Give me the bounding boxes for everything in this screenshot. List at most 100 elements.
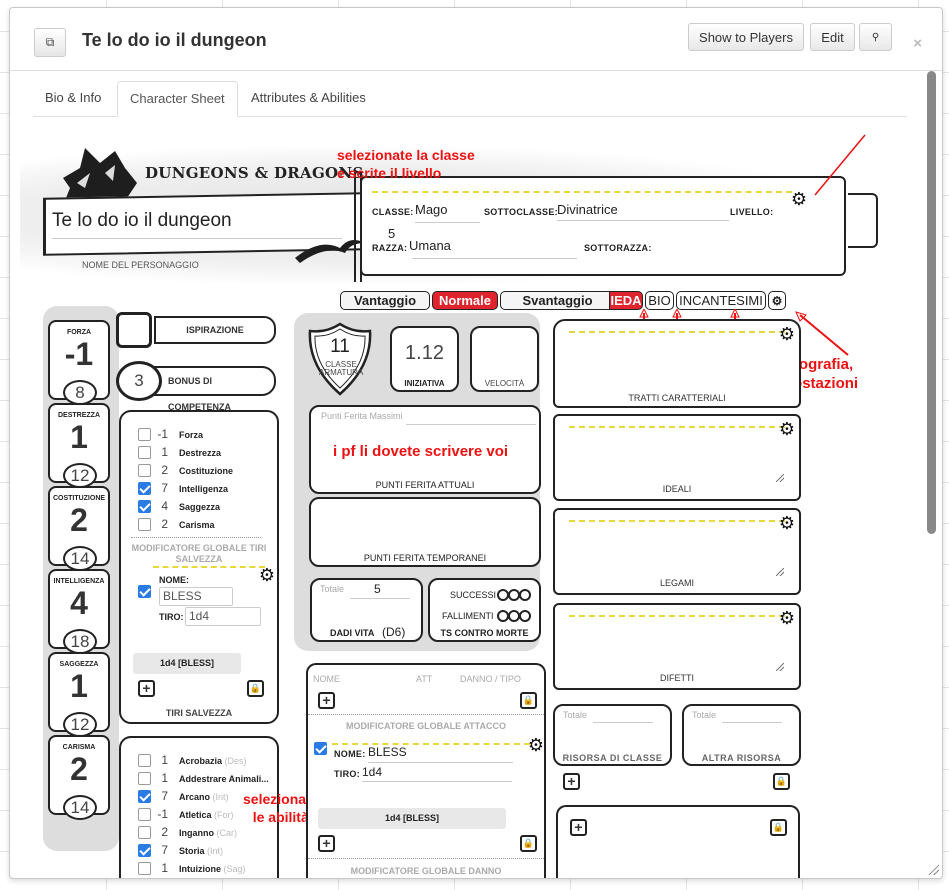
armor-class-value[interactable]: 11	[306, 336, 374, 358]
class-resource-box: Totale RISORSA DI CLASSE	[553, 704, 672, 766]
lock-icon[interactable]: 🔒	[520, 692, 537, 709]
save-checkbox[interactable]	[138, 518, 151, 531]
attack-nome-input[interactable]: BLESS	[368, 745, 407, 759]
proficiency-value[interactable]: 3	[116, 361, 162, 401]
trait-box[interactable]: ⚙ TRATTI CARATTERIALI	[553, 319, 801, 408]
skill-checkbox[interactable]	[138, 826, 151, 839]
ability-carisma[interactable]: CARISMA 2 14	[48, 735, 110, 820]
skill-label[interactable]: Inganno (Car)	[179, 828, 237, 838]
skill-checkbox[interactable]	[138, 754, 151, 767]
save-label[interactable]: Destrezza	[179, 448, 221, 458]
hp-max-input[interactable]: Punti Ferita Massimi	[321, 411, 403, 421]
nav-scheda-button[interactable]: IEDA	[609, 291, 643, 310]
initiative-value[interactable]: 1.12	[392, 342, 457, 365]
other-resource-underline[interactable]	[722, 722, 782, 723]
saves-global-checkbox[interactable]	[138, 585, 151, 598]
vantaggio-button[interactable]: Vantaggio	[340, 291, 430, 310]
add-attack-mod-button[interactable]: +	[318, 835, 335, 852]
skill-checkbox[interactable]	[138, 862, 151, 875]
attack-tiro-input[interactable]: 1d4	[362, 765, 382, 779]
skill-label[interactable]: Addestrare Animali...	[179, 774, 269, 784]
skill-checkbox[interactable]	[138, 808, 151, 821]
character-name-field[interactable]: Te lo do io il dungeon	[52, 210, 232, 232]
ability-saggezza[interactable]: SAGGEZZA 1 12	[48, 652, 110, 737]
gear-icon[interactable]: ⚙	[258, 566, 276, 584]
razza-select[interactable]: Umana	[409, 238, 451, 253]
skill-checkbox[interactable]	[138, 844, 151, 857]
save-label[interactable]: Saggezza	[179, 502, 220, 512]
gear-icon[interactable]: ⚙	[778, 420, 796, 438]
class-resource-underline[interactable]	[593, 722, 653, 723]
edit-button[interactable]: Edit	[810, 23, 855, 51]
tab-attributes-abilities[interactable]: Attributes & Abilities	[239, 81, 378, 117]
save-label[interactable]: Carisma	[179, 520, 215, 530]
hit-dice-total[interactable]: 5	[374, 582, 381, 596]
nav-bio-button[interactable]: BIO	[645, 291, 674, 310]
skill-label[interactable]: Intuizione (Sag)	[179, 864, 246, 874]
title-bar: ⧉ Te lo do io il dungeon Show to Players…	[10, 8, 942, 71]
gear-icon[interactable]: ⚙	[778, 325, 796, 343]
attack-global-checkbox[interactable]	[314, 742, 327, 755]
attack-roll-result[interactable]: 1d4 [BLESS]	[318, 808, 506, 829]
lock-icon[interactable]: 🔒	[770, 819, 787, 836]
skill-label[interactable]: Acrobazia (Des)	[179, 756, 247, 766]
inspiration-checkbox[interactable]	[116, 312, 152, 348]
gear-icon[interactable]: ⚙	[778, 609, 796, 627]
lock-icon[interactable]: 🔒	[247, 680, 264, 697]
class-info-box: ⚙ CLASSE: Mago SOTTOCLASSE: Divinatrice …	[354, 172, 846, 282]
trait-box[interactable]: ⚙ LEGAMI	[553, 508, 801, 595]
add-save-button[interactable]: +	[138, 680, 155, 697]
settings-button[interactable]: ⚙	[768, 291, 786, 310]
armor-class-label: CLASSE ARMATURA	[319, 360, 364, 377]
death-fail-circles[interactable]	[497, 610, 531, 622]
saves-tiro-input[interactable]: 1d4	[185, 607, 261, 626]
lock-icon[interactable]: 🔒	[773, 773, 790, 790]
ability-destrezza[interactable]: DESTREZZA 1 12	[48, 403, 110, 488]
gear-icon[interactable]: ⚙	[778, 514, 796, 532]
skill-checkbox[interactable]	[138, 790, 151, 803]
classe-select[interactable]: Mago	[415, 202, 448, 217]
skill-label[interactable]: Atletica (For)	[179, 810, 234, 820]
save-checkbox[interactable]	[138, 428, 151, 441]
close-button[interactable]: ×	[913, 35, 922, 52]
gear-icon[interactable]: ⚙	[527, 736, 545, 754]
save-checkbox[interactable]	[138, 482, 151, 495]
save-label[interactable]: Intelligenza	[179, 484, 228, 494]
save-label[interactable]: Costituzione	[179, 466, 233, 476]
tab-bio-info[interactable]: Bio & Info	[33, 81, 113, 117]
skill-checkbox[interactable]	[138, 772, 151, 785]
save-label[interactable]: Forza	[179, 430, 203, 440]
textarea-resize-handle[interactable]	[776, 663, 784, 671]
death-success-circles[interactable]	[497, 589, 531, 601]
svantaggio-button[interactable]: Svantaggio	[500, 291, 615, 310]
textarea-resize-handle[interactable]	[776, 568, 784, 576]
skill-label[interactable]: Storia (Int)	[179, 846, 223, 856]
popout-button[interactable]: ⧉	[34, 28, 66, 57]
skill-label[interactable]: Arcano (Int)	[179, 792, 229, 802]
skill-value: 7	[161, 789, 168, 803]
save-checkbox[interactable]	[138, 446, 151, 459]
tab-character-sheet[interactable]: Character Sheet	[117, 81, 238, 117]
saves-roll-result[interactable]: 1d4 [BLESS]	[133, 653, 241, 674]
save-checkbox[interactable]	[138, 500, 151, 513]
ability-intelligenza[interactable]: INTELLIGENZA 4 18	[48, 569, 110, 654]
trait-box[interactable]: ⚙ DIFETTI	[553, 603, 801, 690]
nav-incantesimi-button[interactable]: INCANTESIMI	[676, 291, 766, 310]
lock-icon[interactable]: 🔒	[520, 835, 537, 852]
hp-temp-box[interactable]: PUNTI FERITA TEMPORANEI	[309, 497, 541, 567]
ability-costituzione[interactable]: COSTITUZIONE 2 14	[48, 486, 110, 571]
textarea-resize-handle[interactable]	[776, 474, 784, 482]
save-checkbox[interactable]	[138, 464, 151, 477]
sottoclasse-select[interactable]: Divinatrice	[557, 202, 618, 217]
ability-forza[interactable]: FORZA -1 8	[48, 320, 110, 405]
gear-icon[interactable]: ⚙	[790, 190, 808, 208]
add-feature-button[interactable]: +	[570, 819, 587, 836]
search-button[interactable]: ⚲	[859, 23, 892, 51]
saves-nome-input[interactable]: BLESS	[159, 587, 233, 606]
livello-input[interactable]: 5	[388, 226, 395, 241]
add-attack-button[interactable]: +	[318, 692, 335, 709]
show-to-players-button[interactable]: Show to Players	[688, 23, 804, 51]
normale-button[interactable]: Normale	[432, 291, 498, 310]
add-resource-button[interactable]: +	[563, 773, 580, 790]
trait-box[interactable]: ⚙ IDEALI	[553, 414, 801, 501]
